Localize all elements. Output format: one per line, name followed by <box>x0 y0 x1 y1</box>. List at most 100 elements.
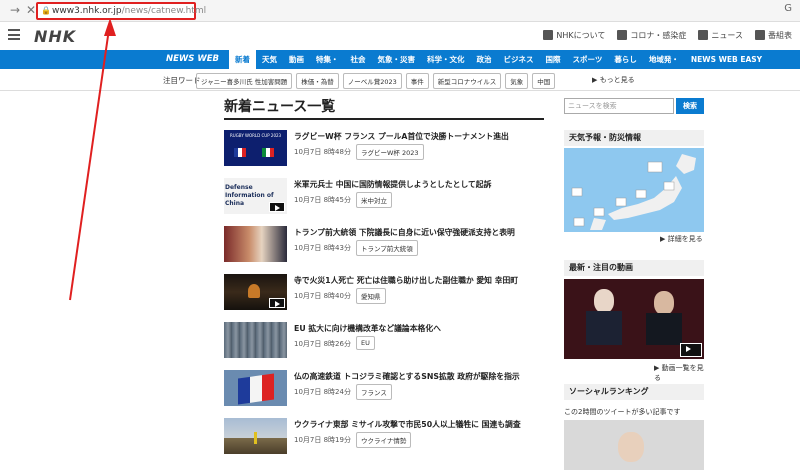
weather-more-link[interactable]: ▶ 詳細を見る <box>660 234 703 244</box>
keyword-tag[interactable]: 株価・為替 <box>296 73 339 89</box>
article-title[interactable]: ラグビーW杯 フランス プールA首位で決勝トーナメント進出 <box>294 131 509 142</box>
nav-brand[interactable]: NEWS WEB <box>160 50 229 69</box>
article-time: 10月7日 8時26分 <box>294 340 351 348</box>
thumbnail-image: RUGBY WORLD CUP 2023 <box>224 130 287 166</box>
nav-item-life[interactable]: 暮らし <box>608 50 643 69</box>
keyword-label: 注目ワード <box>163 76 201 85</box>
article-title[interactable]: EU 拡大に向け機構改革など議論本格化へ <box>294 323 441 334</box>
header-link-covid[interactable]: コロナ・感染症 <box>617 30 686 41</box>
list-item[interactable]: RUGBY WORLD CUP 2023 ラグビーW杯 フランス プールA首位で… <box>224 130 544 174</box>
person-figure <box>618 432 644 462</box>
article-time: 10月7日 8時48分 <box>294 148 351 156</box>
nav-item-disaster[interactable]: 気象・災害 <box>372 50 422 69</box>
page-title: 新着ニュース一覧 <box>224 96 544 120</box>
article-tag[interactable]: トランプ前大統領 <box>356 240 418 256</box>
ranking-heading: ソーシャルランキング <box>564 384 704 400</box>
thumbnail-image <box>224 322 287 358</box>
video-player[interactable] <box>564 279 704 359</box>
schedule-icon <box>755 30 765 40</box>
video-more-link[interactable]: ▶ 動画一覧を見る <box>654 363 704 383</box>
nav-item-international[interactable]: 国際 <box>540 50 567 69</box>
japan-map-icon <box>571 154 696 230</box>
article-tag[interactable]: EU <box>356 336 375 350</box>
thumbnail-image <box>224 226 287 262</box>
keyword-tag[interactable]: 新型コロナウイルス <box>432 73 502 89</box>
article-title[interactable]: ウクライナ東部 ミサイル攻撃で市民50人以上犠牲に 国連も調査 <box>294 419 521 430</box>
article-tag[interactable]: ラグビーW杯 2023 <box>356 144 424 160</box>
keyword-tag[interactable]: 気象 <box>505 73 529 89</box>
address-bar[interactable]: 🔒 www3.nhk.or.jp/news/catnew.html <box>36 2 206 20</box>
article-title[interactable]: トランプ前大統領 下院議長に自身に近い保守強硬派支持と表明 <box>294 227 515 238</box>
header-link-about[interactable]: NHKについて <box>543 30 605 41</box>
ranking-thumbnail[interactable] <box>564 420 704 470</box>
thumbnail-image <box>224 418 287 454</box>
nav-item-society[interactable]: 社会 <box>345 50 372 69</box>
browser-toolbar: → ✕ 🔒 www3.nhk.or.jp/news/catnew.html G <box>0 0 800 22</box>
header-link-schedule[interactable]: 番組表 <box>755 30 792 41</box>
nav-item-easy[interactable]: NEWS WEB EASY <box>685 50 768 69</box>
header-link-label: コロナ・感染症 <box>630 31 687 40</box>
article-title[interactable]: 米軍元兵士 中国に国防情報提供しようとしたとして起訴 <box>294 179 491 190</box>
article-time: 10月7日 8時19分 <box>294 436 351 444</box>
article-tag[interactable]: フランス <box>356 384 392 400</box>
list-item[interactable]: トランプ前大統領 下院議長に自身に近い保守強硬派支持と表明 10月7日 8時43… <box>224 226 544 270</box>
keyword-tag[interactable]: ジャニー喜多川氏 性加害問題 <box>196 73 293 89</box>
header-link-label: 番組表 <box>768 31 792 40</box>
nav-item-business[interactable]: ビジネス <box>498 50 540 69</box>
covid-icon <box>617 30 628 40</box>
article-title[interactable]: 仏の高速鉄道 トコジラミ確認とするSNS拡散 政府が駆除を指示 <box>294 371 520 382</box>
list-item[interactable]: Defense Information of China 米軍元兵士 中国に国防… <box>224 178 544 222</box>
nav-item-region[interactable]: 地域発・ <box>643 50 685 69</box>
keyword-tag[interactable]: 中国 <box>532 73 556 89</box>
nav-item-new[interactable]: 新着 <box>229 50 257 69</box>
list-item[interactable]: 寺で火災1人死亡 死亡は住職ら助け出した副住職か 愛知 幸田町 10月7日 8時… <box>224 274 544 318</box>
nav-item-science[interactable]: 科学・文化 <box>421 50 471 69</box>
close-icon[interactable]: ✕ <box>26 3 36 17</box>
person-figure <box>586 311 622 345</box>
article-tag[interactable]: 愛知県 <box>356 288 386 304</box>
article-time: 10月7日 8時24分 <box>294 388 351 396</box>
play-icon[interactable] <box>680 343 702 357</box>
header-link-label: ニュース <box>711 31 743 40</box>
menu-icon[interactable] <box>8 29 20 40</box>
nav-item-feature[interactable]: 特集・ <box>310 50 345 69</box>
keyword-more-link[interactable]: ▶ もっと見る <box>592 75 635 85</box>
url-path: /news/catnew.html <box>121 6 207 16</box>
keyword-tag[interactable]: ノーベル賞2023 <box>342 73 402 89</box>
play-icon[interactable] <box>269 202 285 212</box>
article-title[interactable]: 寺で火災1人死亡 死亡は住職ら助け出した副住職か 愛知 幸田町 <box>294 275 518 286</box>
article-tag[interactable]: ウクライナ情勢 <box>356 432 412 448</box>
thumb-caption: RUGBY WORLD CUP 2023 <box>230 133 282 138</box>
lock-icon: 🔒 <box>41 6 51 15</box>
thumbnail-image: Defense Information of China <box>224 178 287 214</box>
nav-item-weather[interactable]: 天気 <box>256 50 283 69</box>
forward-icon[interactable]: → <box>10 3 20 17</box>
ranking-subtitle: この2時間のツイートが多い記事です <box>564 408 681 416</box>
google-icon[interactable]: G <box>784 3 792 14</box>
main-nav: NEWS WEB 新着 天気 動画 特集・ 社会 気象・災害 科学・文化 政治 … <box>0 50 800 69</box>
search-input[interactable]: ニュースを検索 <box>564 98 674 114</box>
thumbnail-image <box>224 274 287 310</box>
nhk-icon <box>543 30 554 40</box>
weather-map[interactable] <box>564 148 704 232</box>
site-header: NHK NHKについて コロナ・感染症 ニュース 番組表 <box>0 22 800 50</box>
header-links: NHKについて コロナ・感染症 ニュース 番組表 <box>543 30 792 41</box>
header-link-label: NHKについて <box>556 31 606 40</box>
nav-item-politics[interactable]: 政治 <box>471 50 498 69</box>
search-button[interactable]: 検索 <box>676 98 704 114</box>
nav-item-sports[interactable]: スポーツ <box>567 50 609 69</box>
thumbnail-image <box>224 370 287 406</box>
news-list: 新着ニュース一覧 RUGBY WORLD CUP 2023 ラグビーW杯 フラン… <box>224 96 544 454</box>
nhk-logo[interactable]: NHK <box>34 27 76 46</box>
list-item[interactable]: 仏の高速鉄道 トコジラミ確認とするSNS拡散 政府が駆除を指示 10月7日 8時… <box>224 370 544 414</box>
keyword-tag[interactable]: 事件 <box>405 73 429 89</box>
person-figure <box>594 289 614 313</box>
flag-france-icon <box>234 148 246 157</box>
list-item[interactable]: EU 拡大に向け機構改革など議論本格化へ 10月7日 8時26分 EU <box>224 322 544 366</box>
nav-item-video[interactable]: 動画 <box>283 50 310 69</box>
header-link-news[interactable]: ニュース <box>698 30 743 41</box>
article-tag[interactable]: 米中対立 <box>356 192 392 208</box>
article-time: 10月7日 8時40分 <box>294 292 351 300</box>
list-item[interactable]: ウクライナ東部 ミサイル攻撃で市民50人以上犠牲に 国連も調査 10月7日 8時… <box>224 418 544 462</box>
play-icon[interactable] <box>269 298 285 308</box>
